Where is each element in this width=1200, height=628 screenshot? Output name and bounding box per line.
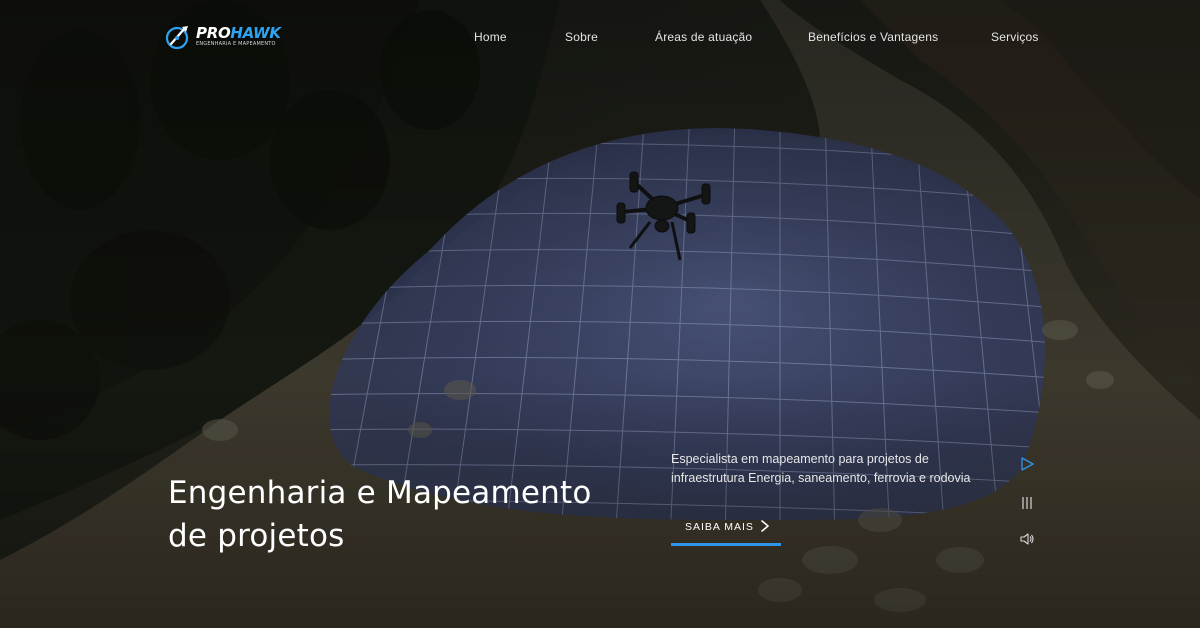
hero-headline: Engenharia e Mapeamento de projetos — [168, 472, 648, 558]
nav-item-sobre[interactable]: Sobre — [565, 30, 598, 44]
nav-item-servicos[interactable]: Serviços — [991, 30, 1039, 44]
saiba-mais-underline — [671, 543, 781, 546]
hero-description: Especialista em mapeamento para projetos… — [671, 452, 971, 485]
top-navigation-bar: PROHAWK ENGENHARIA E MAPEAMENTO Home Sob… — [0, 0, 1200, 76]
play-icon[interactable] — [1019, 456, 1035, 472]
nav-item-areas-de-atuacao[interactable]: Áreas de atuação — [655, 30, 752, 44]
nav-item-beneficios-e-vantagens[interactable]: Benefícios e Vantagens — [808, 30, 938, 44]
hero-headline-line-1: Engenharia e Mapeamento — [168, 474, 592, 511]
nav-item-home[interactable]: Home — [474, 30, 507, 44]
pause-icon[interactable] — [1019, 495, 1035, 511]
saiba-mais-label: SAIBA MAIS — [685, 521, 754, 533]
saiba-mais-button[interactable]: SAIBA MAIS — [671, 512, 781, 546]
chevron-right-icon — [761, 520, 769, 532]
hero-headline-line-2: de projetos — [168, 517, 345, 554]
main-nav: Home Sobre Áreas de atuação Benefícios e… — [0, 30, 1200, 48]
volume-icon[interactable] — [1019, 531, 1035, 547]
